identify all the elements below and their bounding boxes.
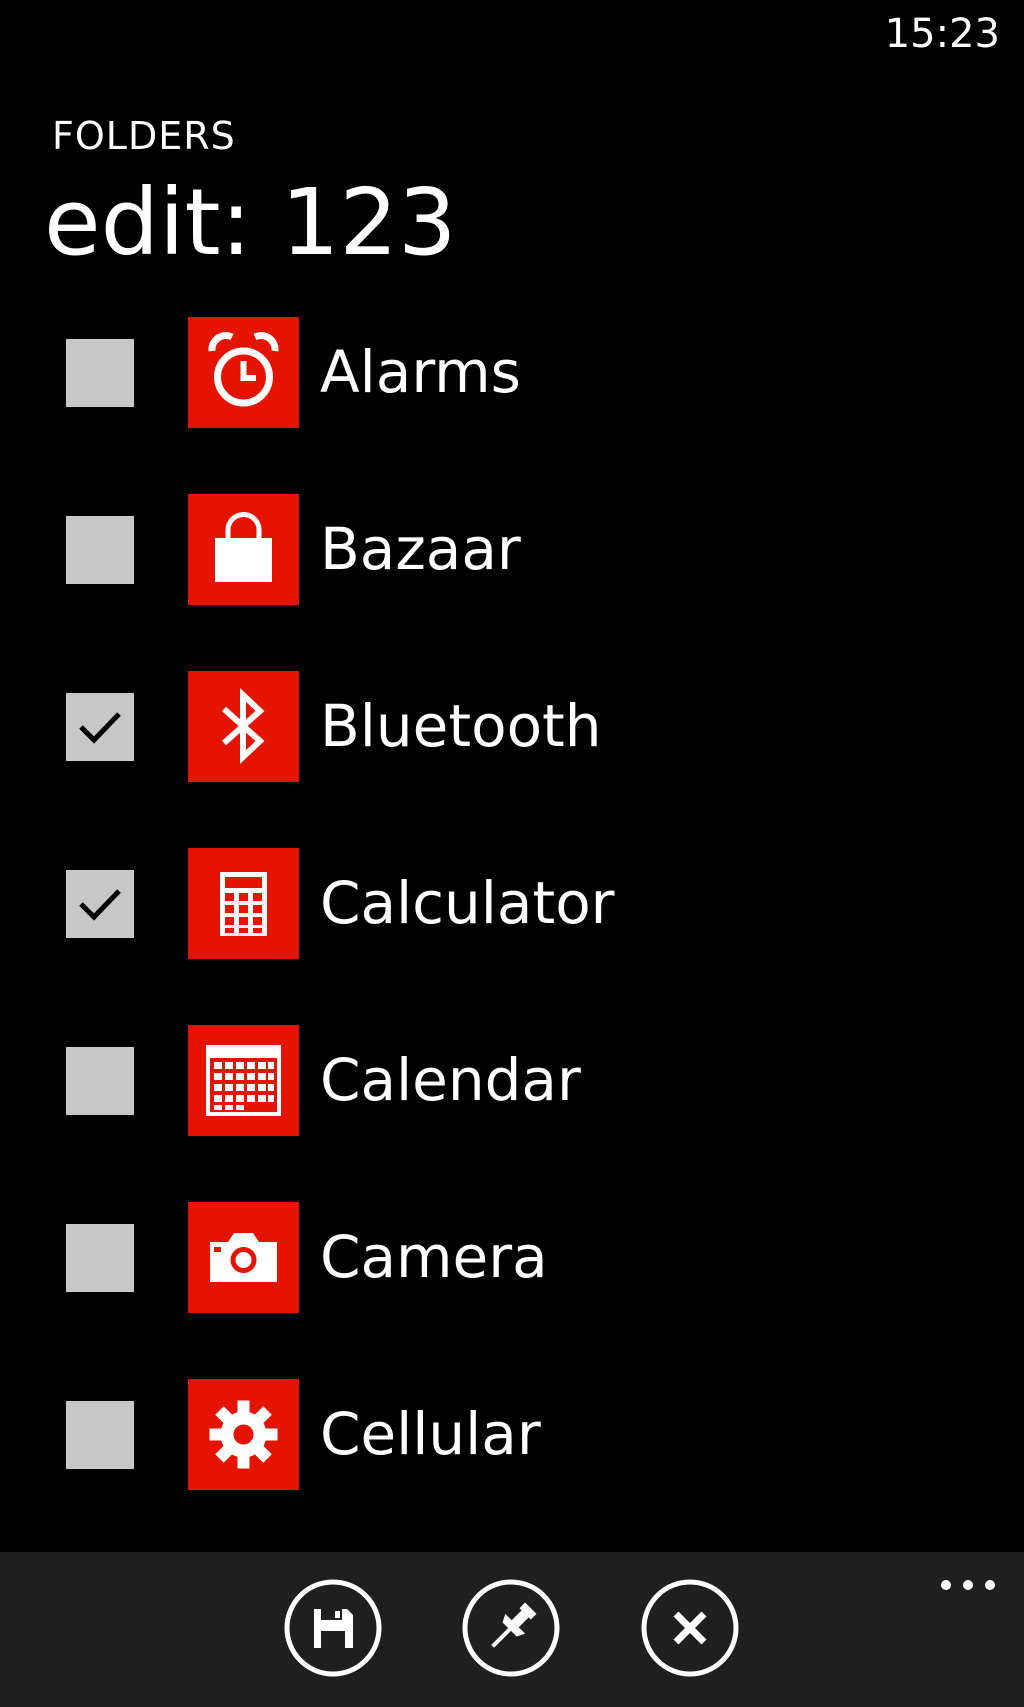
calendar-icon xyxy=(188,1025,299,1136)
item-label: Cellular xyxy=(320,1400,541,1468)
item-checkbox[interactable] xyxy=(66,339,134,407)
cancel-button[interactable] xyxy=(640,1578,740,1678)
alarm-clock-icon xyxy=(188,317,299,428)
camera-icon xyxy=(188,1202,299,1313)
checkmark-icon xyxy=(79,889,121,921)
list-item-calendar[interactable]: Calendar xyxy=(0,1025,1024,1137)
pin-icon xyxy=(462,1579,560,1677)
checkmark-icon xyxy=(79,712,121,744)
pin-button[interactable] xyxy=(461,1578,561,1678)
item-label: Calendar xyxy=(320,1046,581,1114)
list-item-bluetooth[interactable]: Bluetooth xyxy=(0,671,1024,783)
bluetooth-icon xyxy=(188,671,299,782)
item-label: Bazaar xyxy=(320,515,521,583)
item-label: Alarms xyxy=(320,338,521,406)
status-time: 15:23 xyxy=(884,11,1000,57)
item-label: Bluetooth xyxy=(320,692,602,760)
item-checkbox[interactable] xyxy=(66,870,134,938)
list-item-bazaar[interactable]: Bazaar xyxy=(0,494,1024,606)
item-label: Calculator xyxy=(320,869,615,937)
gear-icon xyxy=(188,1379,299,1490)
app-bar xyxy=(0,1552,1024,1707)
more-dots-icon xyxy=(941,1580,995,1590)
close-icon xyxy=(641,1579,739,1677)
item-checkbox[interactable] xyxy=(66,516,134,584)
list-item-alarms[interactable]: Alarms xyxy=(0,317,1024,429)
list-item-cellular[interactable]: Cellular xyxy=(0,1379,1024,1491)
list-item-camera[interactable]: Camera xyxy=(0,1202,1024,1314)
item-checkbox[interactable] xyxy=(66,1047,134,1115)
item-checkbox[interactable] xyxy=(66,1224,134,1292)
more-button[interactable] xyxy=(936,1572,1000,1598)
page-title: edit: 123 xyxy=(44,169,457,276)
shopping-bag-icon xyxy=(188,494,299,605)
calculator-icon xyxy=(188,848,299,959)
item-checkbox[interactable] xyxy=(66,1401,134,1469)
save-button[interactable] xyxy=(283,1578,383,1678)
item-label: Camera xyxy=(320,1223,548,1291)
list-item-calculator[interactable]: Calculator xyxy=(0,848,1024,960)
app-title: FOLDERS xyxy=(52,114,236,158)
save-icon xyxy=(284,1579,382,1677)
item-checkbox[interactable] xyxy=(66,693,134,761)
